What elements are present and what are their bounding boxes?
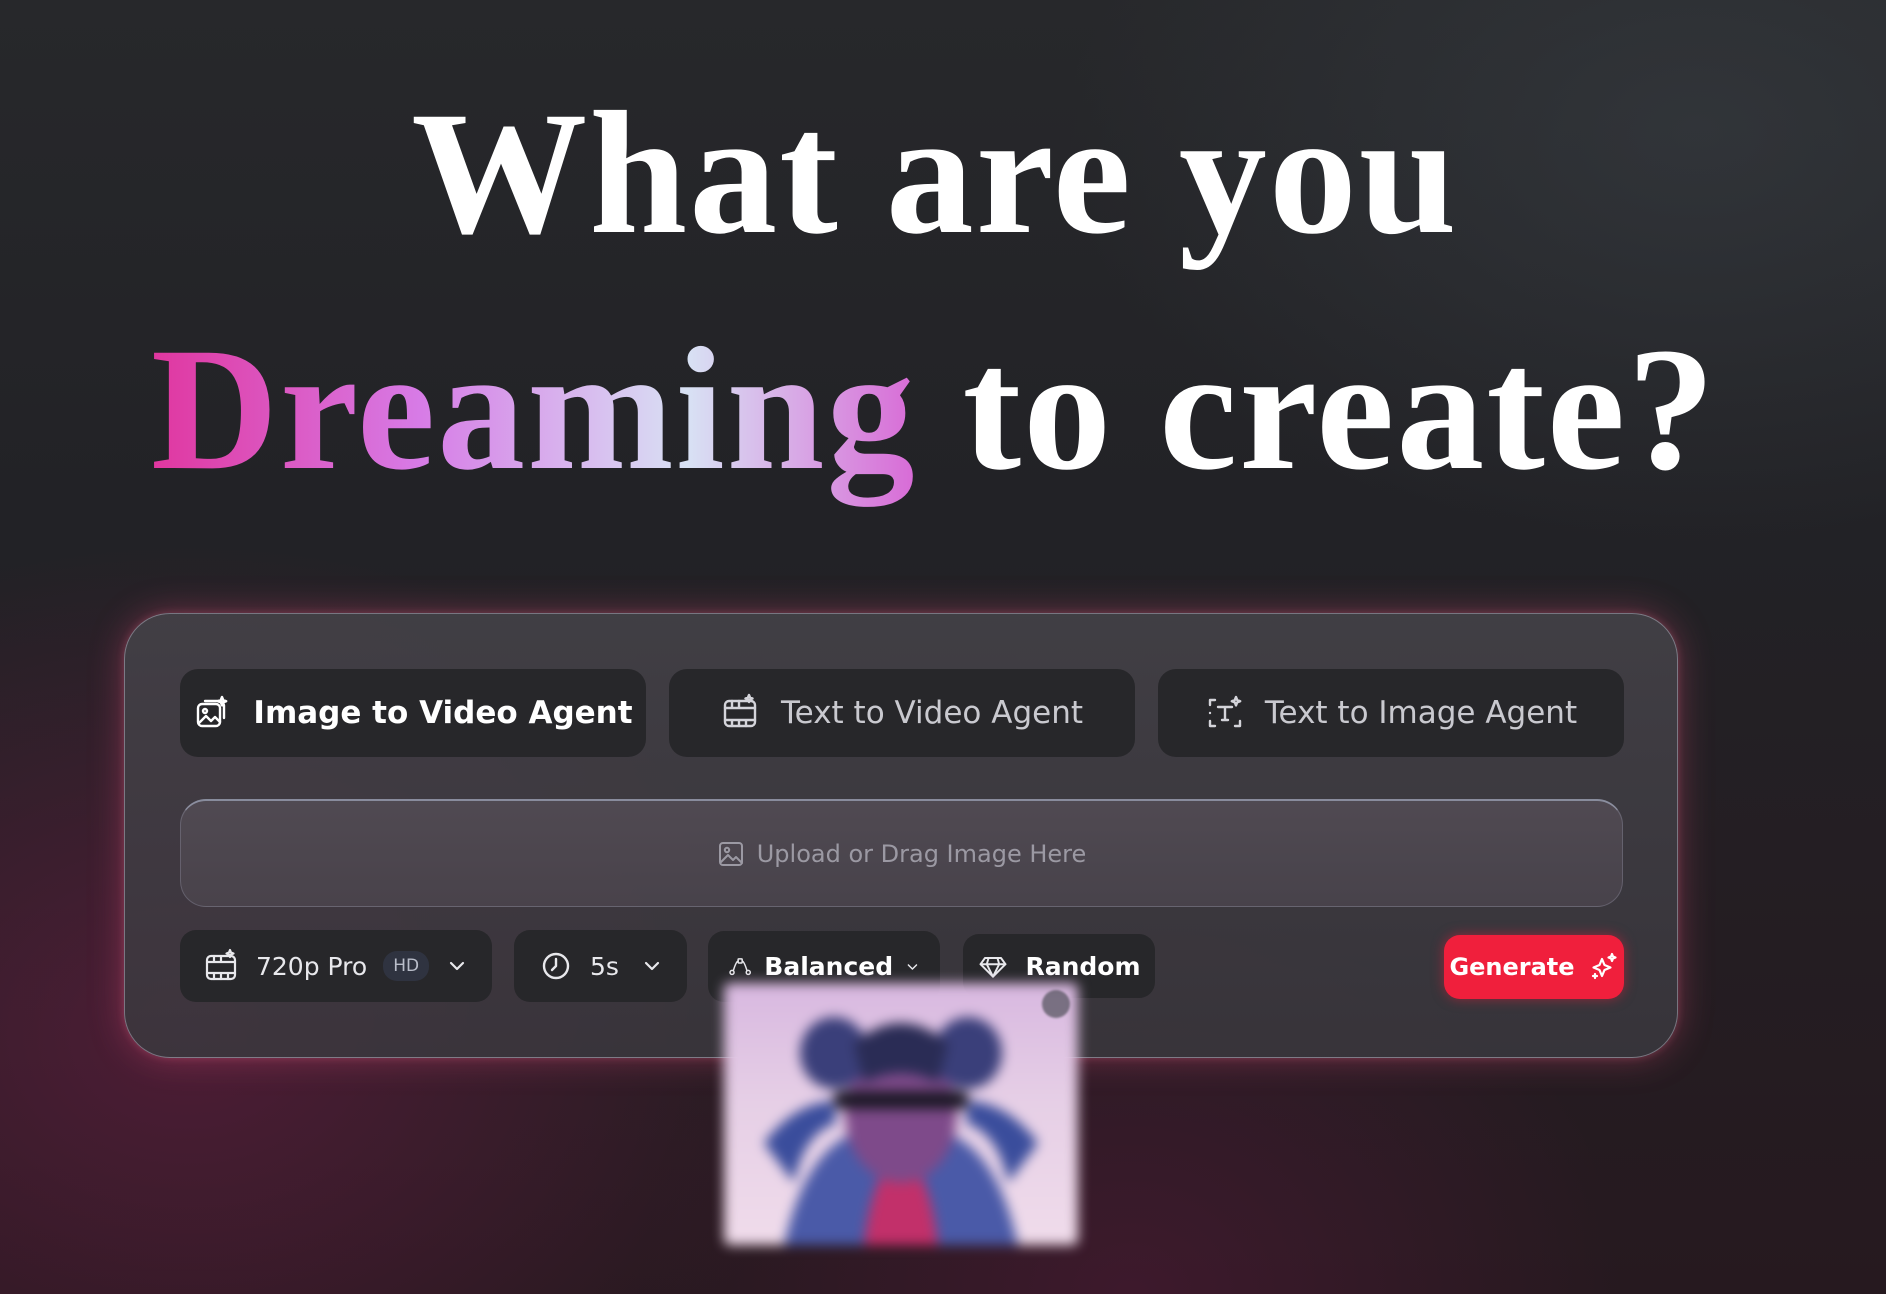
- image-icon: [718, 841, 743, 866]
- headline-line-2: Dreaming to create?: [0, 322, 1877, 498]
- headline-rest: to create?: [916, 312, 1718, 507]
- upload-dropzone[interactable]: Upload or Drag Image Here: [180, 799, 1623, 907]
- duration-value: 5s: [590, 951, 619, 981]
- duration-select[interactable]: 5s: [514, 930, 687, 1002]
- video-sparkle-icon: [723, 693, 757, 728]
- tab-image-to-video[interactable]: Image to Video Agent: [180, 669, 646, 757]
- headline-highlight: Dreaming: [150, 312, 917, 507]
- resolution-value: 720p Pro: [256, 951, 368, 981]
- tab-label: Image to Video Agent: [253, 695, 633, 731]
- seed-value: Random: [1025, 951, 1141, 981]
- hd-badge: HD: [383, 951, 430, 981]
- tab-text-to-image[interactable]: Text to Image Agent: [1158, 669, 1624, 757]
- sparkles-icon: [1591, 952, 1617, 980]
- resolution-select[interactable]: 720p Pro HD: [180, 930, 492, 1002]
- film-sparkle-icon: [205, 948, 237, 981]
- generate-button[interactable]: Generate: [1444, 935, 1624, 999]
- upload-label: Upload or Drag Image Here: [756, 839, 1087, 868]
- curve-icon: [729, 957, 752, 975]
- tab-label: Text to Image Agent: [1264, 695, 1578, 731]
- clock-icon: [542, 952, 570, 980]
- image-sparkle-icon: [197, 695, 228, 728]
- chevron-down-icon: [644, 961, 660, 971]
- text-frame-icon: [1208, 695, 1242, 728]
- headline-line-1: What are you: [0, 86, 1878, 262]
- diamond-icon: [980, 957, 1007, 978]
- preview-figure: [764, 1017, 1038, 1245]
- tab-label: Text to Video Agent: [781, 695, 1083, 731]
- headline-text: What are you: [411, 76, 1459, 271]
- tab-text-to-video[interactable]: Text to Video Agent: [669, 669, 1135, 757]
- generate-label: Generate: [1449, 953, 1575, 981]
- chevron-down-icon: [907, 963, 918, 970]
- close-icon[interactable]: [1042, 990, 1070, 1018]
- chevron-down-icon: [449, 961, 465, 971]
- uploaded-image-preview: [724, 983, 1078, 1245]
- mode-value: Balanced: [764, 952, 894, 981]
